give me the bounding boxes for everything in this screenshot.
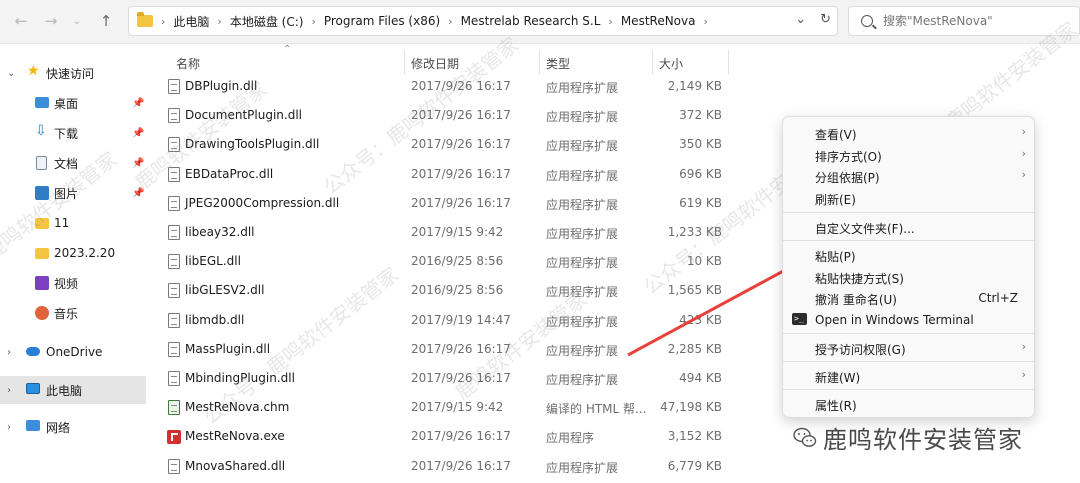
menu-item-paste[interactable]: 粘贴(P) <box>783 244 1036 265</box>
menu-divider <box>783 212 1036 213</box>
menu-item-properties[interactable]: 属性(R) <box>783 393 1036 414</box>
menu-item-label: Open in Windows Terminal <box>815 313 974 327</box>
menu-divider <box>783 333 1036 334</box>
terminal-icon: >_ <box>792 313 807 325</box>
brand-watermark: 鹿鸣软件安装管家 <box>793 420 1023 455</box>
menu-item-refresh[interactable]: 刷新(E) <box>783 187 1036 208</box>
menu-item-label: 分组依据(P) <box>815 171 880 185</box>
menu-divider <box>783 240 1036 241</box>
menu-shortcut-label: Ctrl+Z <box>978 291 1018 305</box>
chevron-right-icon: › <box>1021 125 1026 138</box>
menu-item-label: 查看(V) <box>815 128 857 142</box>
menu-divider <box>783 361 1036 362</box>
menu-item-label: 粘贴快捷方式(S) <box>815 272 904 286</box>
brand-text: 鹿鸣软件安装管家 <box>823 426 1023 454</box>
menu-item-label: 刷新(E) <box>815 193 856 207</box>
chevron-right-icon: › <box>1021 168 1026 181</box>
chevron-right-icon: › <box>1021 340 1026 353</box>
menu-item-label: 撤消 重命名(U) <box>815 293 897 307</box>
menu-item-undo-rename[interactable]: 撤消 重命名(U) Ctrl+Z <box>783 287 1036 308</box>
menu-item-label: 排序方式(O) <box>815 150 882 164</box>
menu-item-label: 授予访问权限(G) <box>815 343 906 357</box>
menu-item-group-by[interactable]: 分组依据(P) › <box>783 165 1036 186</box>
menu-item-give-access[interactable]: 授予访问权限(G) › <box>783 337 1036 358</box>
menu-item-label: 新建(W) <box>815 371 861 385</box>
chevron-right-icon: › <box>1021 368 1026 381</box>
menu-divider <box>783 389 1036 390</box>
menu-item-open-terminal[interactable]: >_ Open in Windows Terminal <box>783 309 1036 330</box>
menu-item-view[interactable]: 查看(V) › <box>783 122 1036 143</box>
wechat-icon <box>793 427 817 447</box>
menu-item-new[interactable]: 新建(W) › <box>783 365 1036 386</box>
menu-item-label: 属性(R) <box>815 399 857 413</box>
menu-item-paste-shortcut[interactable]: 粘贴快捷方式(S) <box>783 266 1036 287</box>
menu-item-label: 粘贴(P) <box>815 250 856 264</box>
menu-item-sort-by[interactable]: 排序方式(O) › <box>783 144 1036 165</box>
menu-item-label: 自定义文件夹(F)... <box>815 222 915 236</box>
chevron-right-icon: › <box>1021 147 1026 160</box>
menu-item-customize-folder[interactable]: 自定义文件夹(F)... <box>783 216 1036 237</box>
context-menu: 查看(V) › 排序方式(O) › 分组依据(P) › 刷新(E) 自定义文件夹… <box>782 116 1036 418</box>
